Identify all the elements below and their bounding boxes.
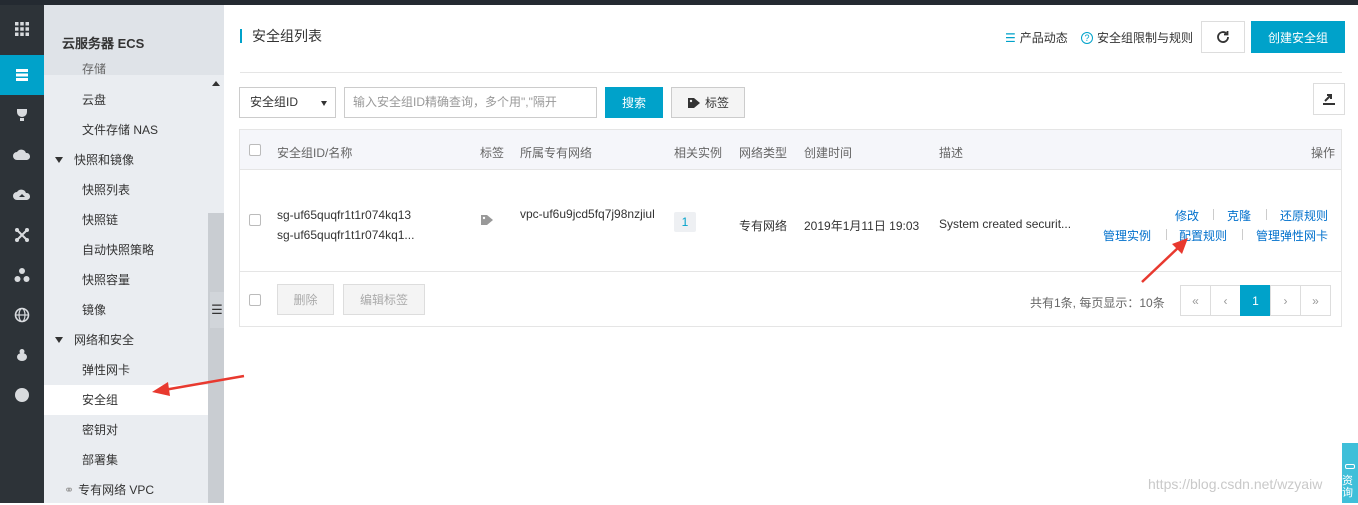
help-circle-icon: ? xyxy=(1081,31,1093,44)
sidebar-group-snapshots[interactable]: 快照和镜像 xyxy=(44,145,208,175)
pagination-summary: 共有1条, 每页显示：10条 xyxy=(1030,296,1165,310)
consult-label: 资询 xyxy=(1342,475,1353,499)
first-page-button[interactable]: « xyxy=(1180,285,1211,316)
watermark: https://blog.csdn.net/wzyaiw xyxy=(1148,476,1323,492)
product-news-label: 产品动态 xyxy=(1019,31,1068,45)
page-button-1[interactable]: 1 xyxy=(1240,285,1271,316)
sidebar-item-snapshot-list[interactable]: 快照列表 xyxy=(44,175,208,205)
row-checkbox[interactable] xyxy=(249,214,261,226)
sidebar-group-label: 快照和镜像 xyxy=(74,153,135,167)
column-header-description: 描述 xyxy=(939,146,964,160)
product-news-link[interactable]: ☰ 产品动态 xyxy=(1005,29,1068,46)
tag-icon xyxy=(687,97,700,108)
prev-page-button[interactable]: ‹ xyxy=(1210,285,1241,316)
column-header-instances: 相关实例 xyxy=(674,146,723,160)
column-header-network-type: 网络类型 xyxy=(739,146,788,160)
search-field-select[interactable]: 安全组ID xyxy=(239,87,336,118)
network-type: 专有网络 xyxy=(739,219,788,233)
annotation-arrow-configure-rules xyxy=(1141,238,1188,283)
header-divider xyxy=(240,72,1342,73)
bug-icon[interactable] xyxy=(0,335,44,375)
security-group-id[interactable]: sg-uf65quqfr1t1r074kq13 xyxy=(277,208,411,222)
manage-eni-link[interactable]: 管理弹性网卡 xyxy=(1256,227,1328,244)
sidebar-item-deployment-set[interactable]: 部署集 xyxy=(44,445,208,475)
create-security-group-button[interactable]: 创建安全组 xyxy=(1251,21,1345,53)
modify-link[interactable]: 修改 xyxy=(1175,207,1199,224)
globe-icon[interactable] xyxy=(0,295,44,335)
limits-rules-label: 安全组限制与规则 xyxy=(1097,31,1194,45)
sidebar-group-network-security[interactable]: 网络和安全 xyxy=(44,325,208,355)
action-separator xyxy=(1213,209,1214,220)
edit-tags-button[interactable]: 编辑标签 xyxy=(343,284,425,315)
sidebar-item-images[interactable]: 镜像 xyxy=(44,295,208,325)
sidebar-item-cloud-disk[interactable]: 云盘 xyxy=(44,85,208,115)
sidebar-item-auto-snapshot[interactable]: 自动快照策略 xyxy=(44,235,208,265)
sidebar-scroll-thumb[interactable] xyxy=(208,213,224,503)
column-header-vpc: 所属专有网络 xyxy=(520,146,593,160)
security-group-name: sg-uf65quqfr1t1r074kq1... xyxy=(277,228,415,242)
column-header-actions: 操作 xyxy=(1311,146,1336,160)
sidebar-item-storage[interactable]: 存储 xyxy=(44,63,208,75)
consult-widget[interactable]: 资询 xyxy=(1342,443,1358,503)
column-header-tags: 标签 xyxy=(480,146,505,160)
caret-down-icon xyxy=(55,157,63,163)
tag-icon[interactable] xyxy=(480,214,494,229)
chat-icon xyxy=(1345,464,1355,469)
select-all-checkbox[interactable] xyxy=(249,144,261,156)
select-value: 安全组ID xyxy=(250,95,299,109)
last-page-button[interactable]: » xyxy=(1300,285,1331,316)
delete-button[interactable]: 删除 xyxy=(277,284,334,315)
list-icon: ☰ xyxy=(1005,30,1016,45)
page-title: 安全组列表 xyxy=(240,29,322,43)
sidebar-item-label: 专有网络 VPC xyxy=(78,483,155,497)
limits-rules-link[interactable]: ? 安全组限制与规则 xyxy=(1081,29,1193,46)
sidebar-item-vpc[interactable]: ⚭ 专有网络 VPC xyxy=(44,475,208,505)
clone-link[interactable]: 克隆 xyxy=(1227,207,1251,224)
search-input[interactable]: 输入安全组ID精确查询，多个用","隔开 xyxy=(344,87,597,118)
sidebar: 云服务器 ECS 存储 云盘 文件存储 NAS 快照和镜像 快照列表 快照链 自… xyxy=(44,5,224,503)
caret-down-icon xyxy=(55,337,63,343)
cloud-upload-icon[interactable] xyxy=(0,175,44,215)
apps-grid-icon[interactable] xyxy=(0,9,44,49)
pagination: « ‹ 1 › » xyxy=(1180,285,1331,316)
footer-select-all-checkbox[interactable] xyxy=(249,294,261,306)
icon-nav-bar xyxy=(0,5,44,503)
sidebar-item-snapshot-chain[interactable]: 快照链 xyxy=(44,205,208,235)
restore-rules-link[interactable]: 还原规则 xyxy=(1280,207,1328,224)
created-time: 2019年1月11日 19:03 xyxy=(804,219,920,233)
sidebar-item-snapshot-capacity[interactable]: 快照容量 xyxy=(44,265,208,295)
sidebar-collapse-handle[interactable]: ☰ xyxy=(210,292,224,328)
tag-filter-label: 标签 xyxy=(704,96,729,110)
menu-collapse-icon: ☰ xyxy=(211,302,223,317)
export-button[interactable] xyxy=(1313,83,1345,115)
tag-filter-button[interactable]: 标签 xyxy=(671,87,745,118)
export-icon xyxy=(1323,94,1335,105)
security-group-table: 安全组ID/名称 标签 所属专有网络 相关实例 网络类型 创建时间 描述 操作 … xyxy=(239,129,1342,327)
vpc-id[interactable]: vpc-uf6u9jcd5fq7j98nzjiul xyxy=(520,207,655,221)
refresh-icon xyxy=(1217,31,1229,43)
circle-icon[interactable] xyxy=(0,375,44,415)
instance-count-badge[interactable]: 1 xyxy=(674,212,696,232)
link-icon: ⚭ xyxy=(64,483,75,497)
column-header-created: 创建时间 xyxy=(804,146,853,160)
annotation-arrow-sidebar xyxy=(152,374,245,396)
refresh-button[interactable] xyxy=(1201,21,1245,53)
description: System created securit... xyxy=(939,217,1072,231)
action-separator xyxy=(1266,209,1267,220)
server-icon[interactable] xyxy=(0,55,44,95)
trophy-icon[interactable] xyxy=(0,95,44,135)
sidebar-group-label: 网络和安全 xyxy=(74,333,135,347)
search-button[interactable]: 搜索 xyxy=(605,87,663,118)
caret-down-icon xyxy=(321,101,327,106)
sidebar-item-keypair[interactable]: 密钥对 xyxy=(44,415,208,445)
action-separator xyxy=(1242,229,1243,240)
scroll-up-icon[interactable] xyxy=(212,81,220,86)
next-page-button[interactable]: › xyxy=(1270,285,1301,316)
network-cross-icon[interactable] xyxy=(0,215,44,255)
cloud-icon[interactable] xyxy=(0,135,44,175)
sidebar-item-nas[interactable]: 文件存储 NAS xyxy=(44,115,208,145)
column-header-id-name: 安全组ID/名称 xyxy=(277,146,353,160)
table-header: 安全组ID/名称 标签 所属专有网络 相关实例 网络类型 创建时间 描述 操作 xyxy=(240,130,1341,170)
cluster-icon[interactable] xyxy=(0,255,44,295)
